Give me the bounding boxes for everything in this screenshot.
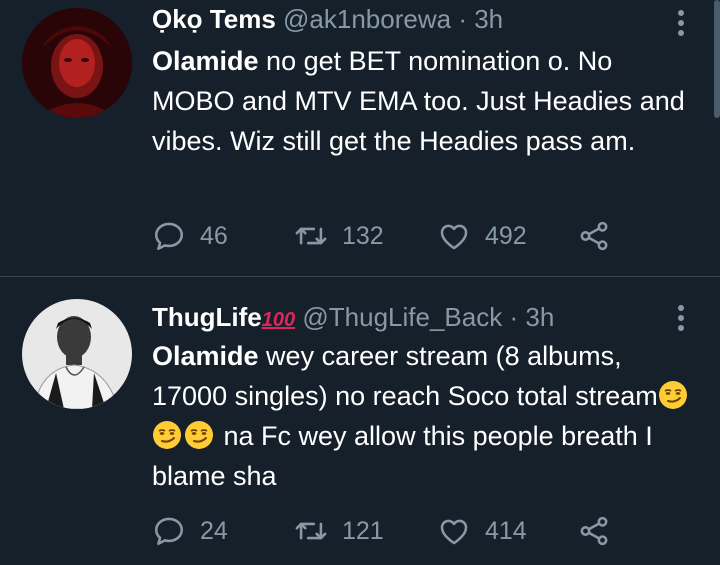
like-icon	[440, 519, 468, 545]
avatar-image	[22, 299, 132, 409]
share-icon	[580, 516, 608, 546]
tweet-body-text-end: na Fc wey allow this people breath I bla…	[152, 421, 653, 491]
action-bar: 46 132 492	[152, 216, 672, 256]
avatar[interactable]	[22, 8, 132, 118]
action-bar: 24 121 414	[152, 511, 672, 551]
like-count: 414	[485, 516, 527, 545]
hundred-points-emoji: 100	[261, 309, 296, 331]
reply-button[interactable]: 24	[152, 511, 228, 551]
tweet-text: Olamide no get BET nomination o. No MOBO…	[152, 41, 702, 161]
reply-icon	[154, 222, 184, 251]
share-button[interactable]	[577, 511, 625, 551]
smirking-face-emoji	[658, 380, 688, 410]
retweet-icon	[295, 227, 327, 245]
reply-count: 24	[200, 516, 228, 545]
display-name[interactable]: ThugLife	[152, 302, 262, 332]
separator: ·	[458, 4, 467, 34]
share-icon	[580, 221, 608, 251]
reply-count: 46	[200, 221, 228, 250]
tweet-header: Ọkọ Tems @ak1nborewa · 3h	[152, 4, 503, 34]
mention[interactable]: Olamide	[152, 46, 259, 76]
like-button[interactable]: 492	[437, 216, 527, 256]
tweet-text: Olamide wey career stream (8 albums, 170…	[152, 336, 702, 496]
reply-button[interactable]: 46	[152, 216, 228, 256]
tweet[interactable]: ThugLife100 @ThugLife_Back · 3h Olamide …	[0, 277, 720, 565]
like-count: 492	[485, 221, 527, 250]
retweet-icon	[295, 522, 327, 540]
reply-icon	[154, 517, 184, 546]
avatar-image	[22, 8, 132, 118]
like-button[interactable]: 414	[437, 511, 527, 551]
tweet-header: ThugLife100 @ThugLife_Back · 3h	[152, 302, 554, 335]
share-button[interactable]	[577, 216, 625, 256]
retweet-count: 132	[342, 221, 384, 250]
smirking-face-emoji	[184, 420, 214, 450]
retweet-button[interactable]: 121	[294, 511, 384, 551]
retweet-count: 121	[342, 516, 384, 545]
separator: ·	[509, 302, 519, 332]
more-icon[interactable]	[677, 10, 685, 40]
display-name[interactable]: Ọkọ Tems	[152, 4, 276, 34]
timestamp[interactable]: 3h	[474, 4, 503, 34]
mention[interactable]: Olamide	[152, 341, 259, 371]
avatar[interactable]	[22, 299, 132, 409]
user-handle[interactable]: @ThugLife_Back	[302, 302, 502, 332]
tweet[interactable]: Ọkọ Tems @ak1nborewa · 3h Olamide no get…	[0, 0, 720, 276]
user-handle[interactable]: @ak1nborewa	[283, 4, 451, 34]
like-icon	[440, 224, 468, 250]
retweet-button[interactable]: 132	[294, 216, 384, 256]
smirking-face-emoji	[152, 420, 182, 450]
more-icon[interactable]	[677, 305, 685, 335]
timestamp[interactable]: 3h	[525, 302, 554, 332]
